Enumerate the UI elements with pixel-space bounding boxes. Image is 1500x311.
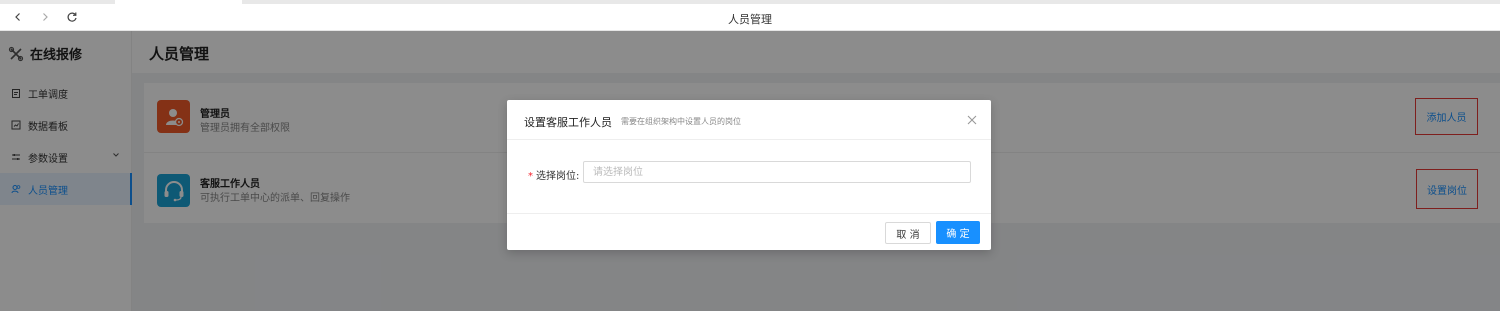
dialog-footer: 取 消 确 定 bbox=[507, 213, 991, 250]
set-customer-service-dialog: 设置客服工作人员 需要在组织架构中设置人员的岗位 *选择岗位: 取 消 确 定 bbox=[507, 100, 991, 250]
position-label-text: 选择岗位: bbox=[536, 171, 580, 182]
dialog-subtitle: 需要在组织架构中设置人员的岗位 bbox=[621, 117, 741, 126]
position-field-label: * 选择岗位: bbox=[528, 167, 579, 182]
required-marker: * bbox=[528, 171, 533, 182]
confirm-button[interactable]: 确 定 bbox=[936, 221, 980, 244]
dialog-header: 设置客服工作人员 需要在组织架构中设置人员的岗位 bbox=[507, 100, 991, 140]
cancel-button[interactable]: 取 消 bbox=[885, 222, 931, 244]
dialog-title: 设置客服工作人员 bbox=[524, 116, 612, 129]
position-select[interactable] bbox=[583, 161, 971, 183]
close-icon[interactable] bbox=[966, 114, 978, 126]
browser-toolbar: 人员管理 bbox=[0, 4, 1500, 31]
browser-page-title: 人员管理 bbox=[728, 13, 772, 26]
